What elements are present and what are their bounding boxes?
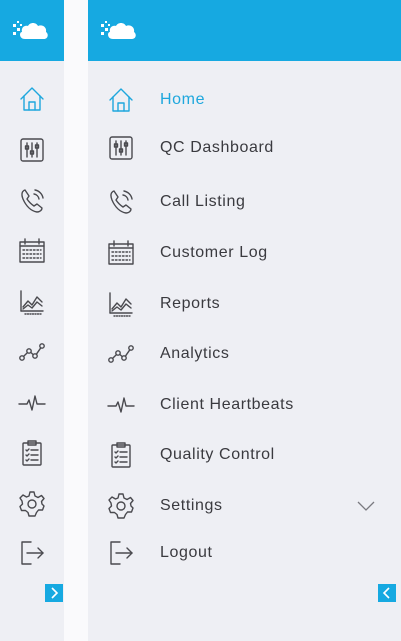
line-chart-icon — [106, 289, 136, 319]
cloud-logo[interactable] — [11, 17, 51, 43]
heartbeat-icon — [106, 390, 136, 420]
sliders-icon[interactable] — [17, 135, 47, 165]
sliders-icon — [106, 133, 136, 163]
phone-icon — [106, 187, 136, 217]
logout-icon[interactable] — [17, 538, 47, 568]
menu-item-label: Home — [160, 91, 206, 108]
menu-item-label: Quality Control — [160, 446, 275, 463]
calendar-icon[interactable] — [17, 236, 47, 266]
menu-item-analytics[interactable]: Analytics — [88, 334, 388, 374]
expanded-sidebar: Home QC Dashboard Call Listing Customer … — [88, 0, 401, 641]
menu-item-qc-dashboard[interactable]: QC Dashboard — [88, 128, 388, 168]
menu-item-label: QC Dashboard — [160, 139, 274, 156]
clipboard-icon — [106, 440, 136, 470]
chevron-left-icon — [382, 587, 390, 599]
cloud-logo[interactable] — [99, 17, 139, 43]
logout-icon — [106, 538, 136, 568]
gear-icon[interactable] — [17, 489, 47, 519]
menu-item-label: Customer Log — [160, 244, 268, 261]
gear-icon — [106, 491, 136, 521]
menu-item-customer-log[interactable]: Customer Log — [88, 233, 388, 273]
expand-toggle[interactable] — [45, 584, 63, 602]
menu-item-label: Analytics — [160, 345, 230, 362]
analytics-icon — [106, 339, 136, 369]
chevron-down-icon[interactable] — [356, 496, 376, 516]
menu-item-logout[interactable]: Logout — [88, 533, 388, 573]
menu-item-label: Reports — [160, 295, 221, 312]
line-chart-icon[interactable] — [17, 287, 47, 317]
heartbeat-icon[interactable] — [17, 388, 47, 418]
expanded-header — [88, 0, 401, 61]
menu-item-call-listing[interactable]: Call Listing — [88, 182, 388, 222]
analytics-icon[interactable] — [17, 337, 47, 367]
menu-item-home[interactable]: Home — [88, 80, 388, 120]
menu-item-settings[interactable]: Settings — [88, 486, 388, 526]
clipboard-icon[interactable] — [17, 438, 47, 468]
menu-item-reports[interactable]: Reports — [88, 284, 388, 324]
collapse-toggle[interactable] — [378, 584, 396, 602]
menu-item-label: Settings — [160, 497, 223, 514]
collapsed-header — [0, 0, 64, 61]
calendar-icon — [106, 238, 136, 268]
phone-icon[interactable] — [17, 186, 47, 216]
menu-item-label: Call Listing — [160, 193, 246, 210]
panel-gap — [64, 0, 88, 641]
chevron-right-icon — [51, 587, 59, 599]
menu-item-label: Logout — [160, 544, 213, 561]
menu-item-quality-control[interactable]: Quality Control — [88, 435, 388, 475]
home-icon[interactable] — [17, 84, 47, 114]
home-icon — [106, 85, 136, 115]
menu-item-client-heartbeats[interactable]: Client Heartbeats — [88, 385, 388, 425]
menu-item-label: Client Heartbeats — [160, 396, 294, 413]
collapsed-sidebar — [0, 0, 64, 641]
